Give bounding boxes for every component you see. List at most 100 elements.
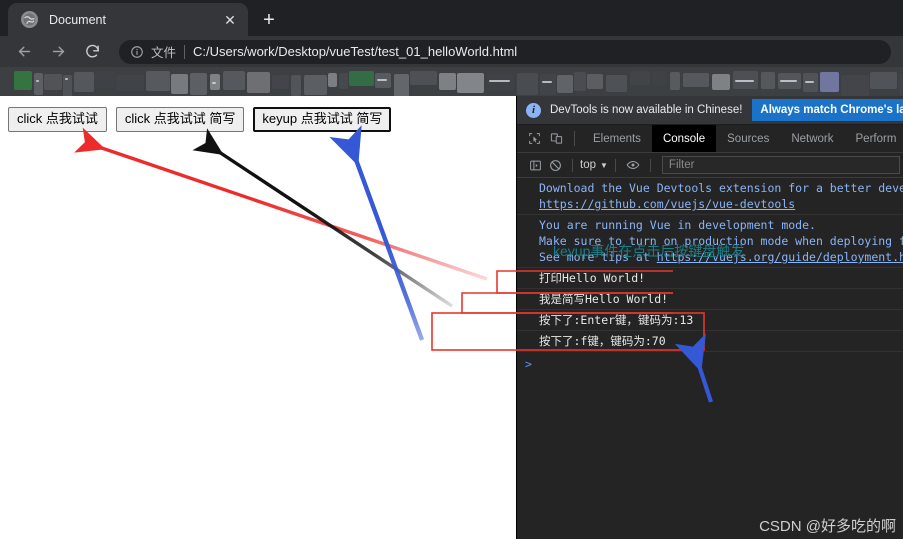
bookmark-item-blurred[interactable]	[223, 71, 245, 90]
devtools-tab-network[interactable]: Network	[780, 125, 844, 152]
bookmark-item-blurred[interactable]	[820, 72, 839, 92]
bookmark-label-blurred	[36, 80, 39, 82]
clear-console-icon[interactable]	[545, 155, 565, 175]
bookmark-item-blurred[interactable]	[339, 73, 348, 89]
console-prompt[interactable]: >	[517, 352, 903, 376]
page-button-1[interactable]: click 点我试试	[8, 107, 107, 132]
page-viewport: click 点我试试 click 点我试试 简写 keyup 点我试试 简写	[0, 96, 516, 539]
bookmark-item-blurred[interactable]	[171, 74, 188, 94]
bookmarks-bar-blurred[interactable]	[0, 67, 903, 96]
bookmark-item-blurred[interactable]	[247, 72, 270, 93]
devtools-tab-bar: Elements Console Sources Network Perform	[517, 125, 903, 153]
bookmark-item-blurred[interactable]	[304, 75, 327, 95]
bookmark-item-blurred[interactable]	[190, 73, 207, 95]
bookmark-item-blurred[interactable]	[540, 74, 556, 95]
omnibox-url-text: C:/Users/work/Desktop/vueTest/test_01_he…	[193, 44, 518, 59]
chevron-down-icon: ▼	[600, 160, 608, 170]
bookmark-item-blurred[interactable]	[457, 73, 484, 93]
console-log-entry: Download the Vue Devtools extension for …	[517, 178, 903, 215]
console-toolbar: top ▼ Filter	[517, 153, 903, 178]
bookmark-item-blurred[interactable]	[712, 74, 730, 90]
console-output[interactable]: Download the Vue Devtools extension for …	[517, 178, 903, 539]
console-log-entry: 按下了:Enter键，键码为:13	[517, 310, 903, 331]
always-match-chrome-language-button[interactable]: Always match Chrome's lang	[752, 99, 903, 121]
bookmark-item-blurred[interactable]	[44, 74, 62, 90]
plus-icon[interactable]: +	[256, 7, 282, 33]
devtools-toolbar-divider	[574, 131, 575, 146]
page-button-2[interactable]: click 点我试试 简写	[115, 107, 245, 132]
bookmark-item-blurred[interactable]	[587, 74, 603, 89]
info-circle-icon[interactable]	[129, 44, 144, 59]
bookmark-item-blurred[interactable]	[291, 75, 301, 96]
bookmark-item-blurred[interactable]	[14, 71, 32, 90]
bookmark-item-blurred[interactable]	[328, 73, 337, 87]
bookmark-item-blurred[interactable]	[557, 75, 573, 93]
devtools-tab-console[interactable]: Console	[651, 125, 717, 152]
bookmark-item-blurred[interactable]	[146, 71, 170, 91]
bookmark-item-blurred[interactable]	[606, 75, 627, 92]
console-log-link[interactable]: https://github.com/vuejs/vue-devtools	[539, 197, 795, 211]
console-sidebar-icon[interactable]	[525, 155, 545, 175]
bookmark-item-blurred[interactable]	[349, 71, 374, 86]
bookmark-label-blurred	[805, 81, 814, 83]
console-log-line: 按下了:Enter键，键码为:13	[539, 313, 694, 327]
devtools-tab-sources[interactable]: Sources	[716, 125, 780, 152]
bookmark-label-blurred	[212, 82, 216, 84]
bookmark-item-blurred[interactable]	[841, 75, 869, 96]
bookmark-item-blurred[interactable]	[652, 71, 667, 85]
devtools-tab-perform[interactable]: Perform	[845, 125, 903, 152]
console-log-line: 按下了:f键，键码为:70	[539, 334, 666, 348]
devtools-banner-text: DevTools is now available in Chinese!	[550, 104, 743, 116]
bookmark-item-blurred[interactable]	[683, 73, 709, 87]
bookmark-item-blurred[interactable]	[272, 75, 289, 89]
cursor-select-icon[interactable]	[523, 125, 545, 152]
console-toolbar-divider-1	[572, 158, 573, 172]
console-log-line: 打印Hello World!	[539, 271, 646, 285]
bookmark-item-blurred[interactable]	[517, 73, 538, 95]
bookmark-item-blurred[interactable]	[116, 75, 144, 91]
bookmark-item-blurred[interactable]	[394, 74, 409, 96]
reload-icon[interactable]	[78, 38, 106, 66]
browser-tab-strip: Document ✕ +	[0, 0, 903, 36]
bookmark-item-blurred[interactable]	[670, 72, 680, 90]
address-bar[interactable]: 文件 C:/Users/work/Desktop/vueTest/test_01…	[119, 39, 891, 64]
device-toggle-icon[interactable]	[545, 125, 567, 152]
console-filter-input[interactable]: Filter	[661, 156, 900, 174]
page-button-3[interactable]: keyup 点我试试 简写	[253, 107, 392, 132]
devtools-language-banner: i DevTools is now available in Chinese! …	[517, 96, 903, 125]
globe-icon	[21, 11, 38, 28]
console-context-selector[interactable]: top ▼	[580, 159, 608, 171]
browser-toolbar: 文件 C:/Users/work/Desktop/vueTest/test_01…	[0, 36, 903, 67]
bookmark-label-blurred	[735, 80, 754, 82]
bookmark-item-blurred[interactable]	[410, 71, 437, 85]
bookmark-item-blurred[interactable]	[439, 73, 456, 90]
browser-tab-title: Document	[49, 12, 106, 27]
close-icon[interactable]: ✕	[219, 9, 241, 31]
bookmark-item-blurred[interactable]	[630, 71, 650, 85]
devtools-tab-elements[interactable]: Elements	[582, 125, 652, 152]
bookmark-item-blurred[interactable]	[34, 73, 43, 95]
arrow-right-icon[interactable]	[44, 38, 72, 66]
console-log-line: Download the Vue Devtools extension for …	[539, 181, 903, 195]
page-button-row: click 点我试试 click 点我试试 简写 keyup 点我试试 简写	[8, 107, 392, 132]
bookmark-label-blurred	[65, 78, 68, 80]
console-toolbar-divider-2	[614, 158, 616, 172]
screenshot-root: Document ✕ + 文件 C:/Users/work/Desktop/vu…	[0, 0, 903, 539]
console-log-line: 我是简写Hello World!	[539, 292, 669, 306]
console-log-line: You are running Vue in development mode.	[539, 218, 816, 232]
eye-icon[interactable]	[623, 155, 643, 175]
omnibox-divider	[184, 44, 186, 59]
bookmark-item-blurred[interactable]	[761, 72, 775, 89]
bookmark-item-blurred[interactable]	[74, 72, 94, 92]
bookmark-item-blurred[interactable]	[870, 72, 897, 89]
bookmark-item-blurred[interactable]	[574, 72, 586, 91]
console-context-label: top	[580, 159, 596, 171]
browser-tab[interactable]: Document ✕	[8, 3, 248, 36]
console-log-line: https://github.com/vuejs/vue-devtools	[539, 196, 903, 212]
arrow-left-icon[interactable]	[10, 38, 38, 66]
devtools-panel: i DevTools is now available in Chinese! …	[516, 96, 903, 539]
bookmark-item-blurred[interactable]	[95, 71, 115, 88]
bookmark-item-blurred[interactable]	[487, 73, 514, 91]
bookmark-item-blurred[interactable]	[899, 74, 903, 96]
console-log-entry: 打印Hello World!	[517, 268, 903, 289]
